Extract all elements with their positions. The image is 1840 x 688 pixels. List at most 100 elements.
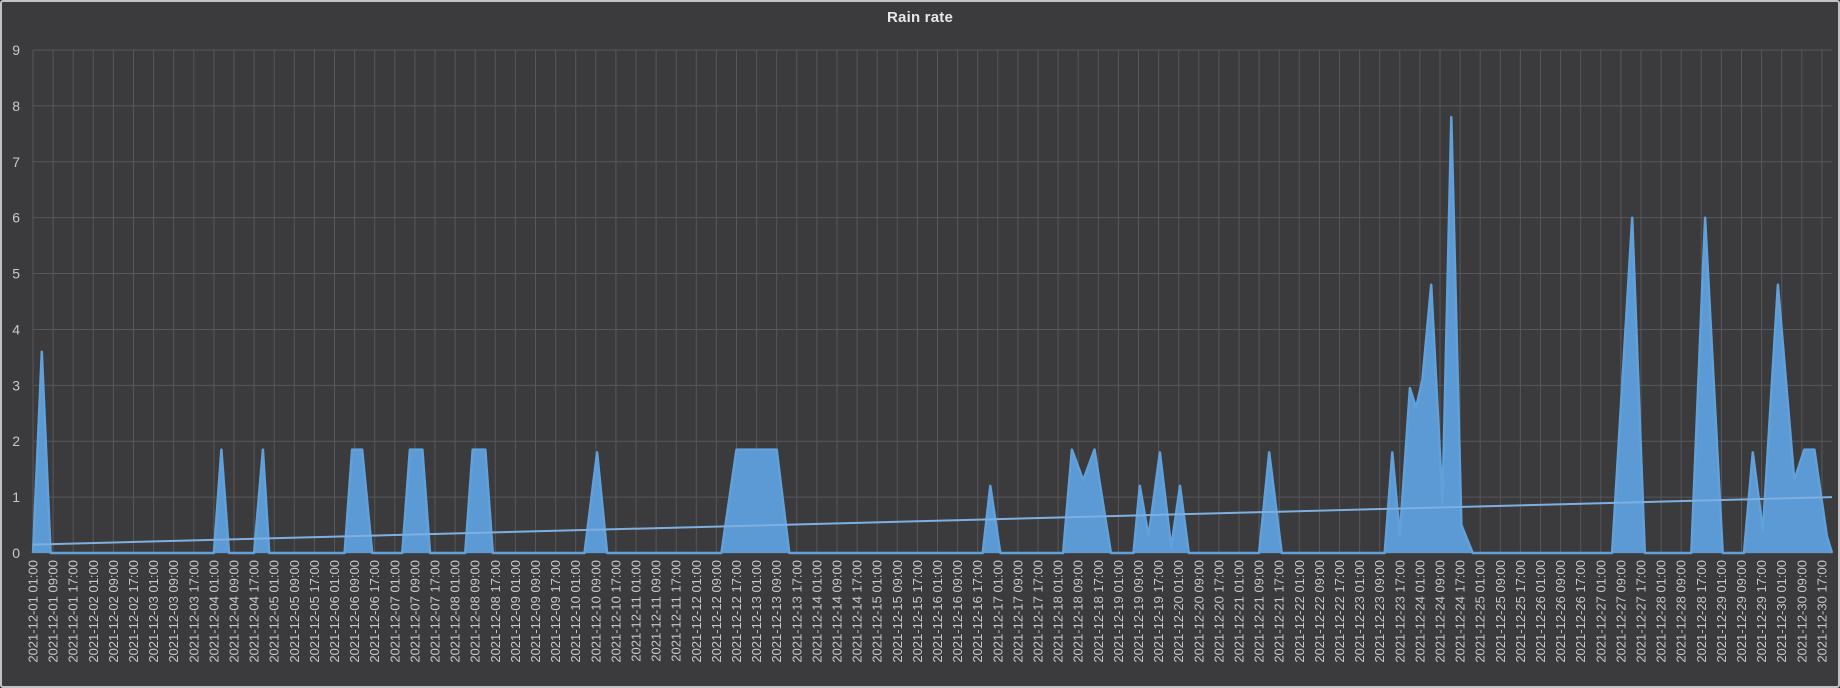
x-tick-label: 2021-12-09 09:00 <box>528 560 543 663</box>
x-tick-label: 2021-12-18 09:00 <box>1071 560 1086 663</box>
x-tick-label: 2021-12-01 01:00 <box>26 560 41 663</box>
x-tick-label: 2021-12-28 17:00 <box>1694 560 1709 663</box>
x-tick-label: 2021-12-22 09:00 <box>1312 560 1327 663</box>
x-tick-label: 2021-12-01 09:00 <box>46 560 61 663</box>
x-tick-label: 2021-12-17 09:00 <box>1010 560 1025 663</box>
plot-area: 0 1 2 3 4 5 6 7 8 9 2021-12-01 01:00 2021-12-01 09:… <box>2 2 1838 686</box>
x-tick-label: 2021-12-14 17:00 <box>850 560 865 663</box>
x-tick-label: 2021-12-12 17:00 <box>729 560 744 663</box>
x-tick-label: 2021-12-29 17:00 <box>1754 560 1769 663</box>
x-tick-label: 2021-12-26 01:00 <box>1533 560 1548 663</box>
x-tick-label: 2021-12-25 17:00 <box>1513 560 1528 663</box>
x-tick-label: 2021-12-23 09:00 <box>1372 560 1387 663</box>
x-tick-label: 2021-12-02 17:00 <box>126 560 141 663</box>
x-tick-label: 2021-12-15 17:00 <box>910 560 925 663</box>
x-tick-label: 2021-12-30 17:00 <box>1814 560 1829 663</box>
x-tick-label: 2021-12-11 09:00 <box>649 560 664 662</box>
x-tick-label: 2021-12-25 09:00 <box>1493 560 1508 663</box>
trend-line <box>33 497 1832 544</box>
rain-area-fill <box>33 117 1832 553</box>
x-tick-label: 2021-12-07 17:00 <box>428 560 443 663</box>
y-tick-label: 4 <box>12 321 20 337</box>
x-tick-label: 2021-12-22 17:00 <box>1332 560 1347 663</box>
x-tick-label: 2021-12-21 09:00 <box>1252 560 1267 663</box>
x-tick-label: 2021-12-19 17:00 <box>1151 560 1166 663</box>
x-tick-label: 2021-12-24 01:00 <box>1412 560 1427 663</box>
x-tick-label: 2021-12-14 09:00 <box>830 560 845 663</box>
rain-rate-chart-panel: Rain rate 01234567892021-12-01 01:002021… <box>0 0 1840 688</box>
y-axis-labels: 0 1 2 3 4 5 6 7 8 9 <box>12 42 20 561</box>
x-tick-label: 2021-12-15 09:00 <box>890 560 905 663</box>
y-tick-label: 9 <box>12 42 20 58</box>
x-tick-label: 2021-12-18 01:00 <box>1051 560 1066 663</box>
y-tick-label: 0 <box>12 545 20 561</box>
x-tick-label: 2021-12-09 01:00 <box>508 560 523 663</box>
x-tick-label: 2021-12-22 01:00 <box>1292 560 1307 663</box>
x-tick-label: 2021-12-12 01:00 <box>689 560 704 663</box>
x-tick-label: 2021-12-13 01:00 <box>749 560 764 663</box>
x-tick-label: 2021-12-05 17:00 <box>307 560 322 663</box>
trend-line-series <box>33 497 1832 544</box>
rain-rate-area-series <box>33 117 1832 553</box>
x-tick-label: 2021-12-29 09:00 <box>1734 560 1749 663</box>
x-tick-label: 2021-12-07 09:00 <box>407 560 422 663</box>
x-tick-label: 2021-12-06 17:00 <box>367 560 382 663</box>
x-tick-label: 2021-12-23 01:00 <box>1352 560 1367 663</box>
x-tick-label: 2021-12-02 01:00 <box>86 560 101 663</box>
x-tick-label: 2021-12-03 17:00 <box>186 560 201 663</box>
x-tick-label: 2021-12-28 09:00 <box>1674 560 1689 663</box>
y-tick-label: 7 <box>12 154 20 170</box>
x-tick-label: 2021-12-26 09:00 <box>1553 560 1568 663</box>
x-tick-label: 2021-12-03 09:00 <box>166 560 181 663</box>
rain-series-line <box>33 117 1832 553</box>
x-tick-label: 2021-12-05 09:00 <box>287 560 302 663</box>
x-tick-label: 2021-12-13 09:00 <box>769 560 784 663</box>
x-tick-label: 2021-12-20 09:00 <box>1191 560 1206 663</box>
x-tick-label: 2021-12-04 09:00 <box>227 560 242 663</box>
x-tick-label: 2021-12-26 17:00 <box>1573 560 1588 663</box>
x-tick-label: 2021-12-18 17:00 <box>1091 560 1106 663</box>
x-tick-label: 2021-12-24 17:00 <box>1453 560 1468 663</box>
x-tick-label: 2021-12-24 09:00 <box>1433 560 1448 663</box>
x-tick-label: 2021-12-19 01:00 <box>1111 560 1126 663</box>
y-tick-label: 6 <box>12 210 20 226</box>
x-tick-label: 2021-12-04 01:00 <box>206 560 221 663</box>
x-tick-label: 2021-12-15 01:00 <box>870 560 885 663</box>
x-tick-label: 2021-12-08 09:00 <box>468 560 483 663</box>
x-tick-label: 2021-12-11 17:00 <box>669 560 684 662</box>
x-tick-label: 2021-12-17 17:00 <box>1031 560 1046 663</box>
x-tick-label: 2021-12-06 09:00 <box>347 560 362 663</box>
x-tick-label: 2021-12-10 01:00 <box>568 560 583 663</box>
x-tick-label: 2021-12-04 17:00 <box>247 560 262 663</box>
y-tick-label: 8 <box>12 98 20 114</box>
x-tick-label: 2021-12-12 09:00 <box>709 560 724 663</box>
x-tick-label: 2021-12-27 17:00 <box>1634 560 1649 663</box>
x-tick-label: 2021-12-10 09:00 <box>588 560 603 663</box>
y-tick-label: 3 <box>12 377 20 393</box>
x-tick-label: 2021-12-02 09:00 <box>106 560 121 663</box>
x-tick-label: 2021-12-14 01:00 <box>809 560 824 663</box>
y-tick-label: 2 <box>12 433 20 449</box>
x-tick-label: 2021-12-27 09:00 <box>1613 560 1628 663</box>
x-tick-label: 2021-12-10 17:00 <box>608 560 623 663</box>
x-tick-label: 2021-12-13 17:00 <box>789 560 804 663</box>
x-tick-label: 2021-12-23 17:00 <box>1392 560 1407 663</box>
x-tick-label: 2021-12-01 17:00 <box>66 560 81 663</box>
x-tick-label: 2021-12-21 17:00 <box>1272 560 1287 663</box>
x-tick-label: 2021-12-17 01:00 <box>990 560 1005 663</box>
y-tick-label: 5 <box>12 266 20 282</box>
y-tick-label: 1 <box>12 489 20 505</box>
x-tick-label: 2021-12-19 09:00 <box>1131 560 1146 663</box>
x-tick-label: 2021-12-09 17:00 <box>548 560 563 663</box>
x-tick-label: 2021-12-05 01:00 <box>267 560 282 663</box>
x-tick-label: 2021-12-16 17:00 <box>970 560 985 663</box>
x-tick-label: 2021-12-20 17:00 <box>1211 560 1226 663</box>
x-tick-label: 2021-12-21 01:00 <box>1232 560 1247 663</box>
x-tick-label: 2021-12-25 01:00 <box>1473 560 1488 663</box>
x-tick-label: 2021-12-30 01:00 <box>1774 560 1789 663</box>
x-tick-label: 2021-12-30 09:00 <box>1794 560 1809 663</box>
x-tick-label: 2021-12-03 01:00 <box>146 560 161 663</box>
x-tick-label: 2021-12-20 01:00 <box>1171 560 1186 663</box>
x-tick-label: 2021-12-06 01:00 <box>327 560 342 663</box>
x-tick-label: 2021-12-07 01:00 <box>387 560 402 663</box>
